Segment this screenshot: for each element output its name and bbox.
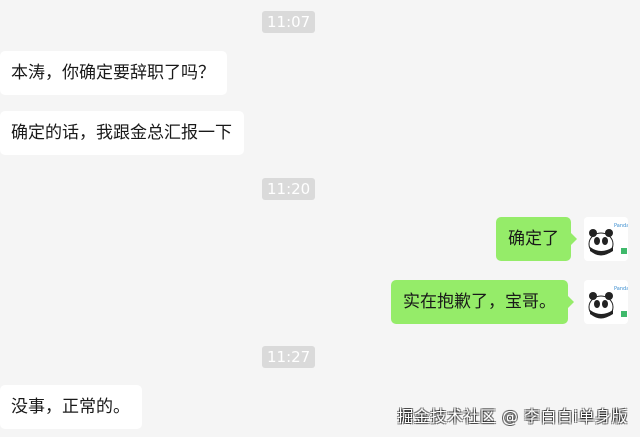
svg-text:Panda: Panda: [614, 223, 628, 229]
message-bubble-outgoing[interactable]: 确定了: [496, 217, 577, 261]
timestamp: 11:20: [262, 178, 316, 200]
svg-text:Panda: Panda: [614, 286, 628, 292]
message-bubble-incoming[interactable]: 确定的话，我跟金总汇报一下: [0, 111, 244, 155]
message-bubble-incoming[interactable]: 没事，正常的。: [0, 385, 142, 429]
panda-avatar-icon: Panda: [584, 217, 628, 261]
timestamp: 11:27: [262, 346, 316, 368]
timestamp: 11:07: [262, 11, 316, 33]
avatar[interactable]: Panda: [584, 280, 628, 324]
panda-avatar-icon: Panda: [584, 280, 628, 324]
message-bubble-incoming[interactable]: 本涛，你确定要辞职了吗？: [0, 51, 227, 95]
watermark: 掘金技术社区 @ 李白白i单身版: [397, 407, 628, 426]
avatar[interactable]: Panda: [584, 217, 628, 261]
chat-window: { "timestamps": ["11:07", "11:20", "11:2…: [0, 0, 640, 437]
message-bubble-outgoing[interactable]: 实在抱歉了，宝哥。: [391, 280, 574, 324]
